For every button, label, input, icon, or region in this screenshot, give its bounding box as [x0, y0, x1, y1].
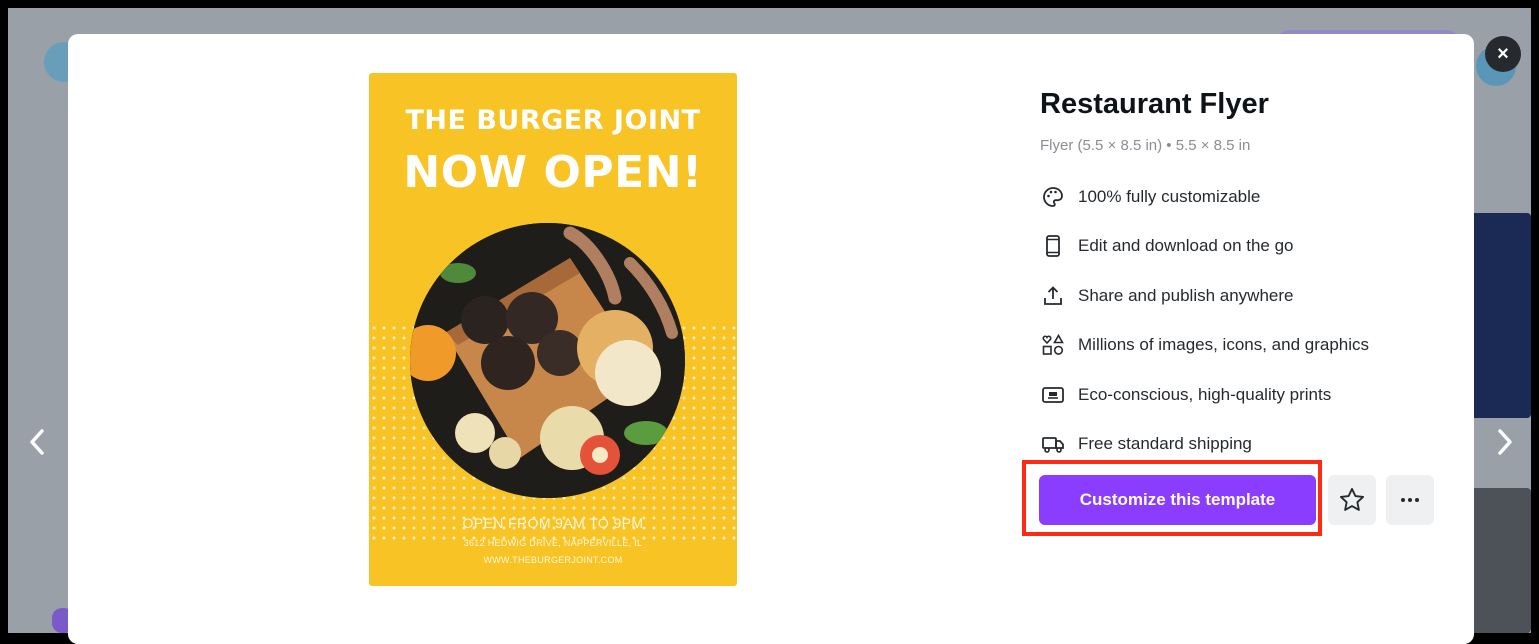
print-icon: [1040, 382, 1066, 408]
customize-template-button[interactable]: Customize this template: [1039, 475, 1316, 525]
flyer-headline-open: NOW OPEN!: [403, 147, 703, 198]
template-info-panel: Restaurant Flyer Flyer (5.5 × 8.5 in) • …: [1040, 84, 1460, 469]
burger-photo: [410, 223, 685, 498]
next-template-button[interactable]: [1490, 420, 1520, 464]
chevron-left-icon: [30, 429, 44, 455]
star-icon: [1339, 487, 1365, 511]
feature-label: Edit and download on the go: [1078, 236, 1294, 256]
feature-label: Free standard shipping: [1078, 434, 1252, 454]
feature-item-share: Share and publish anywhere: [1040, 271, 1460, 321]
background-thumbnail: [1468, 488, 1531, 633]
flyer-preview-image: THE BURGER JOINT NOW OPEN! OPEN FROM 9AM…: [369, 73, 737, 586]
template-dimensions: Flyer (5.5 × 8.5 in) • 5.5 × 8.5 in: [1040, 137, 1251, 154]
shapes-icon: [1040, 332, 1066, 358]
background-thumbnail: [1468, 213, 1531, 418]
previous-template-button[interactable]: [22, 420, 52, 464]
template-title: Restaurant Flyer: [1040, 88, 1269, 120]
feature-item-prints: Eco-conscious, high-quality prints: [1040, 370, 1460, 420]
close-icon: ×: [1497, 42, 1509, 65]
chevron-right-icon: [1498, 429, 1512, 455]
feature-item-graphics: Millions of images, icons, and graphics: [1040, 321, 1460, 371]
feature-label: Eco-conscious, high-quality prints: [1078, 384, 1332, 404]
palette-icon: [1040, 184, 1066, 210]
phone-icon: [1040, 233, 1066, 259]
feature-item-customizable: 100% fully customizable: [1040, 172, 1460, 222]
more-options-button[interactable]: [1386, 475, 1434, 525]
truck-icon: [1040, 431, 1066, 457]
close-button[interactable]: ×: [1485, 36, 1521, 72]
flyer-hours: OPEN FROM 9AM TO 9PM: [462, 515, 644, 531]
feature-label: 100% fully customizable: [1078, 186, 1261, 206]
flyer-address: 3612 HEDWIG DRIVE, NAPPERVILLE, IL: [463, 538, 643, 548]
favorite-button[interactable]: [1328, 475, 1376, 525]
feature-list: 100% fully customizable Edit and downloa…: [1040, 172, 1460, 469]
flyer-website: WWW.THEBURGERJOINT.COM: [483, 555, 623, 565]
share-upload-icon: [1040, 283, 1066, 309]
feature-item-mobile: Edit and download on the go: [1040, 222, 1460, 272]
flyer-headline-brand: THE BURGER JOINT: [405, 105, 701, 136]
burger-illustration: [410, 223, 685, 498]
feature-label: Share and publish anywhere: [1078, 285, 1294, 305]
feature-label: Millions of images, icons, and graphics: [1078, 335, 1370, 355]
more-dots-icon: [1401, 498, 1419, 502]
